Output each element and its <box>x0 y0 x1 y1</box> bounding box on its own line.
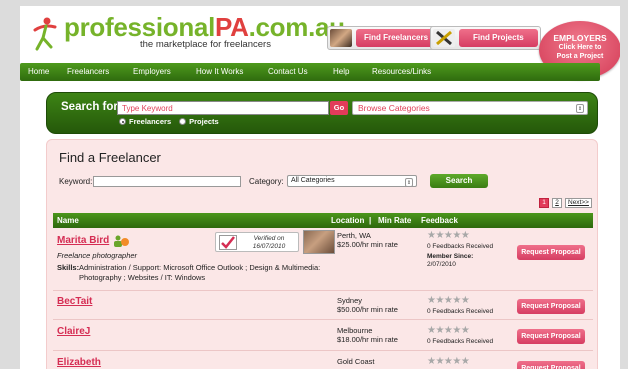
col-feedback: Feedback <box>421 216 458 225</box>
radio-freelancers-label: Freelancers <box>129 117 172 126</box>
category-filter-select[interactable]: All Categories ⇕ <box>287 175 417 187</box>
employers-line3: Post a Project <box>556 53 604 60</box>
nav-home[interactable]: Home <box>28 67 49 76</box>
min-rate: $25.00/hr min rate <box>337 240 398 249</box>
location: Sydney <box>337 296 363 305</box>
min-rate: $50.00/hr min rate <box>337 305 398 314</box>
go-button[interactable]: Go <box>330 101 348 115</box>
freelancer-photo[interactable] <box>303 230 335 254</box>
search-type-radios: Freelancers Projects <box>119 117 219 126</box>
rating-stars-icon: ★★★★★ <box>427 295 470 306</box>
table-row: BecTait Sydney $50.00/hr min rate ★★★★★ … <box>53 292 593 320</box>
page-2[interactable]: 2 <box>552 198 562 208</box>
category-filter-value: All Categories <box>291 177 335 184</box>
main-nav: Home Freelancers Employers How It Works … <box>20 63 600 81</box>
table-row: ClaireJ Melbourne $18.00/hr min rate ★★★… <box>53 321 593 351</box>
member-since-date: 2/07/2010 <box>427 261 456 268</box>
pagination: 1 2 Next>> <box>539 198 592 208</box>
page: professionalPA.com.au the marketplace fo… <box>20 6 620 369</box>
results-table-header: Name Location | Min Rate Feedback <box>53 213 593 228</box>
member-since-label: Member Since: <box>427 253 474 260</box>
location: Melbourne <box>337 326 373 335</box>
feedback-count: 0 Feedbacks Received <box>427 338 494 345</box>
search-bar: Search for Type Keyword Go Browse Catego… <box>46 92 598 134</box>
min-rate: $18.00/hr min rate <box>337 335 398 344</box>
request-proposal-button[interactable]: Request Proposal <box>517 299 585 314</box>
skills-line-1: Administration / Support: Microsoft Offi… <box>79 263 321 272</box>
feedback-count: 0 Feedbacks Received <box>427 243 494 250</box>
request-proposal-button[interactable]: Request Proposal <box>517 361 585 369</box>
table-row: Marita Bird Freelance photographer Skill… <box>53 228 593 291</box>
skills-line-2: Photography ; Websites / IT: Windows <box>79 273 206 282</box>
people-icon <box>330 29 352 47</box>
freelancer-badge-icon <box>114 235 129 247</box>
rating-stars-icon: ★★★★★ <box>427 325 470 336</box>
nav-resources-links[interactable]: Resources/Links <box>372 67 431 76</box>
col-separator: | <box>369 216 372 225</box>
table-row: Elizabeth Gold Coast ★★★★★ Request Propo… <box>53 352 593 369</box>
freelancer-name-link[interactable]: ClaireJ <box>57 326 90 337</box>
browse-categories-value: Browse Categories <box>358 103 430 113</box>
col-location: Location <box>331 216 365 225</box>
freelancer-name-link[interactable]: BecTait <box>57 296 92 307</box>
browse-categories-select[interactable]: Browse Categories ⇕ <box>352 101 588 115</box>
nav-freelancers[interactable]: Freelancers <box>67 67 109 76</box>
nav-contact-us[interactable]: Contact Us <box>268 67 308 76</box>
category-filter-label: Category: <box>249 177 284 186</box>
nav-employers[interactable]: Employers <box>133 67 171 76</box>
find-title: Find a Freelancer <box>59 150 161 165</box>
location: Perth, WA <box>337 231 371 240</box>
find-freelancer-panel: Find a Freelancer Keyword: Category: All… <box>46 139 598 369</box>
verified-line-1: Verified on <box>253 235 285 242</box>
filter-search-button[interactable]: Search <box>430 174 488 188</box>
rating-stars-icon: ★★★★★ <box>427 230 470 241</box>
skills-label: Skills: <box>57 263 80 272</box>
verified-badge: Verified on 16/07/2010 <box>215 232 299 252</box>
location: Gold Coast <box>337 357 375 366</box>
radio-projects-label: Projects <box>189 117 219 126</box>
radio-freelancers[interactable] <box>119 118 126 125</box>
keyword-filter-label: Keyword: <box>59 177 93 186</box>
freelancer-name-link[interactable]: Marita Bird <box>57 235 109 246</box>
feedback-count: 0 Feedbacks Received <box>427 308 494 315</box>
next-page-link[interactable]: Next>> <box>565 198 592 208</box>
search-for-label: Search for <box>61 101 118 113</box>
find-freelancers-label: Find Freelancers <box>356 29 437 47</box>
select-arrows-icon: ⇕ <box>405 178 413 187</box>
checkmark-icon <box>219 235 237 250</box>
find-projects-label: Find Projects <box>459 29 538 47</box>
employers-heading: EMPLOYERS <box>553 33 607 43</box>
keyword-search-input[interactable]: Type Keyword <box>117 101 329 115</box>
find-projects-button[interactable]: Find Projects <box>430 26 541 50</box>
freelancer-name-link[interactable]: Elizabeth <box>57 357 101 368</box>
find-freelancers-button[interactable]: Find Freelancers <box>327 26 440 50</box>
col-min-rate: Min Rate <box>378 216 412 225</box>
request-proposal-button[interactable]: Request Proposal <box>517 329 585 344</box>
freelancer-subtitle: Freelance photographer <box>57 251 138 260</box>
employers-line2: Click Here to <box>558 44 602 51</box>
verified-line-2: 16/07/2010 <box>252 243 286 250</box>
nav-how-it-works[interactable]: How It Works <box>196 67 243 76</box>
logo-tagline: the marketplace for freelancers <box>140 39 271 50</box>
request-proposal-button[interactable]: Request Proposal <box>517 245 585 260</box>
nav-help[interactable]: Help <box>333 67 349 76</box>
page-1[interactable]: 1 <box>539 198 549 208</box>
verified-text: Verified on 16/07/2010 <box>242 235 296 251</box>
logo-figure-icon <box>33 17 57 51</box>
tools-icon <box>433 29 455 47</box>
col-name: Name <box>57 216 79 225</box>
keyword-filter-input[interactable] <box>93 176 241 187</box>
select-arrows-icon: ⇕ <box>576 104 584 113</box>
rating-stars-icon: ★★★★★ <box>427 356 470 367</box>
radio-projects[interactable] <box>179 118 187 125</box>
